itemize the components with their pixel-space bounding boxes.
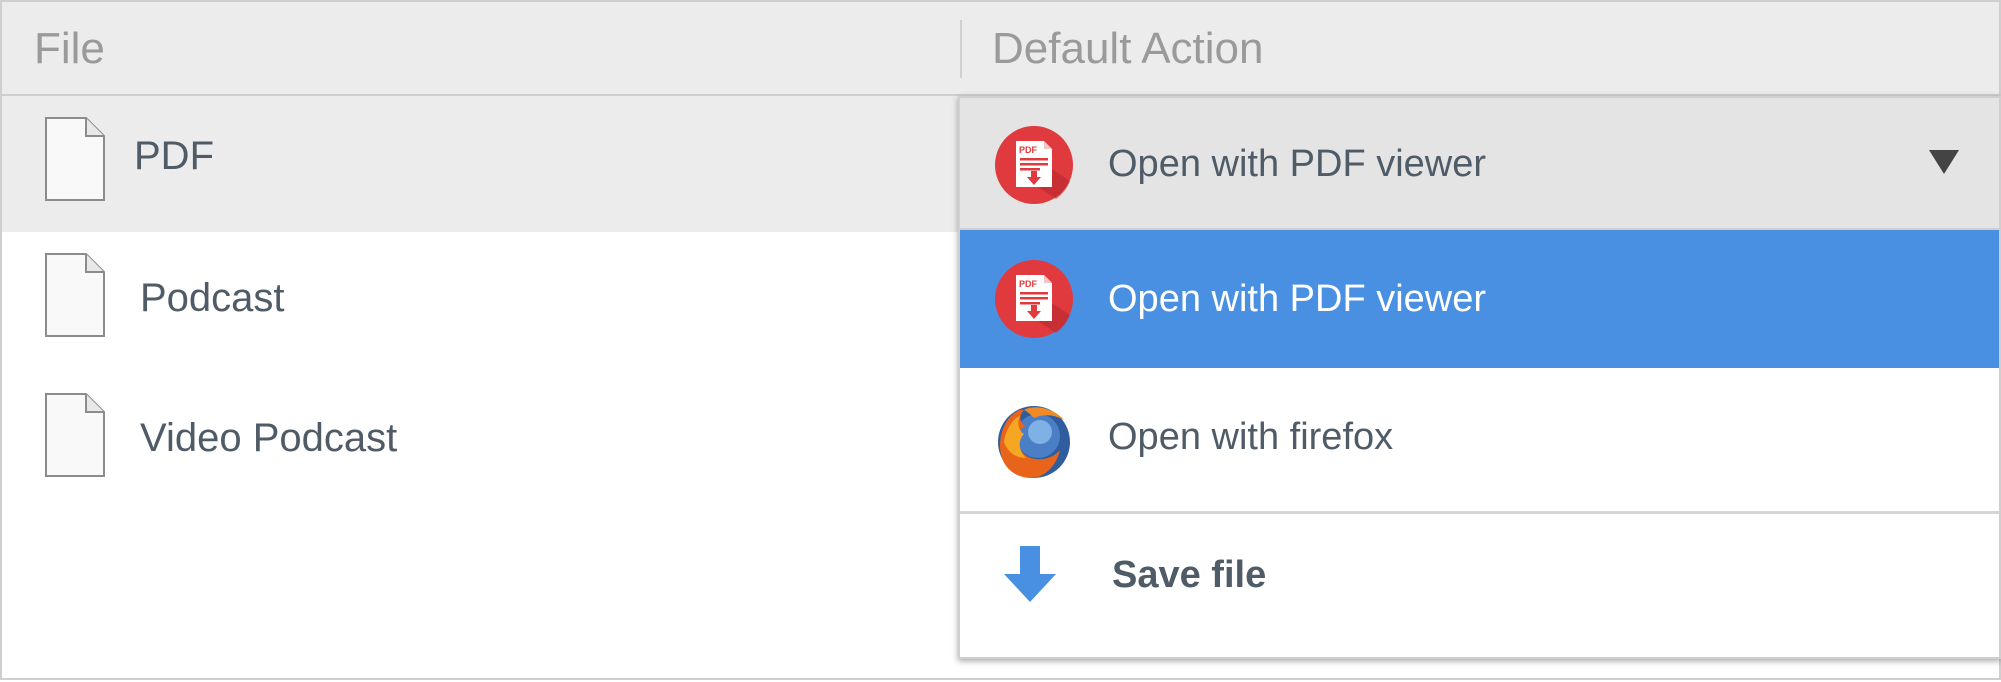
selected-option-label: Open with PDF viewer	[1108, 143, 1487, 185]
column-divider[interactable]	[960, 20, 962, 78]
firefox-icon	[998, 406, 1070, 478]
option-label: Open with firefox	[1108, 416, 1394, 458]
document-icon	[45, 253, 105, 337]
file-column-header[interactable]: File	[34, 2, 105, 96]
row-label: PDF	[134, 134, 214, 178]
row-label: Video Podcast	[140, 416, 398, 460]
option-save-file[interactable]: Save file	[960, 514, 1999, 659]
table-header: File Default Action	[2, 2, 1999, 96]
default-action-column-header[interactable]: Default Action	[992, 2, 1264, 96]
pdf-icon: PDF	[995, 126, 1073, 204]
document-icon	[45, 393, 105, 477]
download-arrow-icon	[1004, 546, 1056, 602]
option-label: Open with PDF viewer	[1108, 278, 1487, 320]
svg-text:PDF: PDF	[1019, 279, 1038, 289]
row-label: Podcast	[140, 276, 285, 320]
option-open-with-pdf-viewer[interactable]: PDF Open with PDF viewer	[960, 230, 1999, 368]
dropdown-selected-value[interactable]: PDF Open with PDF viewer	[960, 98, 1999, 230]
document-icon	[45, 117, 105, 201]
chevron-down-icon[interactable]	[1929, 150, 1959, 174]
default-action-dropdown[interactable]: PDF Open with PDF viewer PDF Open with P…	[958, 96, 2001, 659]
svg-text:PDF: PDF	[1019, 145, 1038, 155]
option-label: Save file	[1112, 554, 1267, 596]
pdf-icon: PDF	[995, 260, 1073, 338]
option-open-with-firefox[interactable]: Open with firefox	[960, 368, 1999, 514]
